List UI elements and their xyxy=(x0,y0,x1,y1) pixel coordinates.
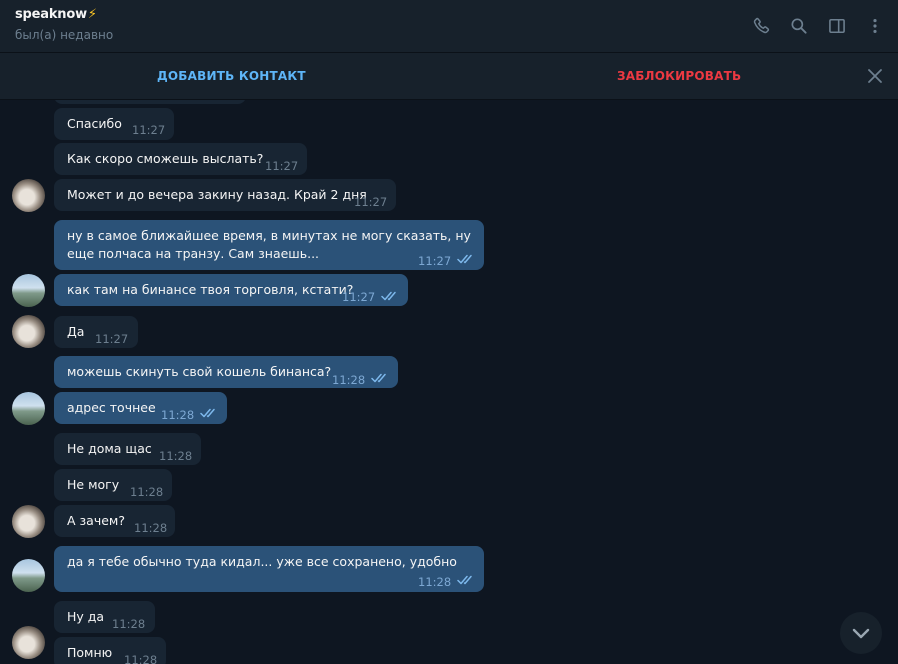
message-bubble-outgoing[interactable]: можешь скинуть свой кошель бинанса? 11:2… xyxy=(54,356,398,388)
message-text: ну в самое ближайшее время, в минутах не… xyxy=(67,228,471,261)
more-vertical-icon xyxy=(873,19,877,33)
message-bubble-incoming[interactable]: Не могу 11:28 xyxy=(54,469,172,501)
contact-action-bar: ДОБАВИТЬ КОНТАКТ ЗАБЛОКИРОВАТЬ xyxy=(0,53,898,100)
message-text: адрес точнее xyxy=(67,400,156,415)
message-text: Спасибо xyxy=(67,116,122,131)
message-text: как там на бинансе твоя торговля, кстати… xyxy=(67,282,354,297)
message-list[interactable]: Спасибо 11:27 Как скоро сможешь выслать?… xyxy=(0,100,898,664)
message-bubble-incoming[interactable]: Ну да 11:28 xyxy=(54,601,155,633)
phone-icon xyxy=(753,17,770,34)
message-bubble-incoming[interactable]: Помню 11:28 xyxy=(54,637,166,664)
message-text: да я тебе обычно туда кидал... уже все с… xyxy=(67,554,457,569)
message-bubble-incoming[interactable]: Может и до вечера закину назад. Край 2 д… xyxy=(54,179,396,211)
my-avatar[interactable] xyxy=(12,274,45,307)
message-text: Как скоро сможешь выслать? xyxy=(67,151,264,166)
chat-header: speaknow⚡ был(а) недавно xyxy=(0,0,898,53)
menu-button[interactable] xyxy=(862,13,888,39)
double-check-icon xyxy=(457,575,472,585)
double-check-icon xyxy=(200,408,215,418)
message-time: 11:27 xyxy=(342,290,376,304)
message-text: Ну да xyxy=(67,609,105,624)
add-contact-button[interactable]: ДОБАВИТЬ КОНТАКТ xyxy=(157,53,306,100)
message-bubble-outgoing[interactable]: ну в самое ближайшее время, в минутах не… xyxy=(54,220,484,270)
message-text: можешь скинуть свой кошель бинанса? xyxy=(67,364,332,379)
chat-window: speaknow⚡ был(а) недавно ДОБАВИТЬ КОНТАК… xyxy=(0,0,898,664)
message-text: Может и до вечера закину назад. Край 2 д… xyxy=(67,187,367,202)
message-bubble-incoming[interactable]: Как скоро сможешь выслать? 11:27 xyxy=(54,143,307,175)
message-bubble-incoming[interactable]: А зачем? 11:28 xyxy=(54,505,175,537)
message-bubble-incoming[interactable]: Да 11:27 xyxy=(54,316,138,348)
sidebar-toggle-icon xyxy=(829,18,845,34)
message-bubble-partial xyxy=(54,100,246,104)
message-time: 11:28 xyxy=(332,373,366,387)
double-check-icon xyxy=(371,373,386,383)
close-icon xyxy=(868,69,882,83)
my-avatar[interactable] xyxy=(12,392,45,425)
message-time: 11:28 xyxy=(159,449,193,463)
message-text: Не дома щас xyxy=(67,441,152,456)
chevron-down-icon xyxy=(852,628,870,639)
sidebar-toggle-button[interactable] xyxy=(824,13,850,39)
message-time: 11:27 xyxy=(95,332,129,346)
contact-avatar[interactable] xyxy=(12,315,45,348)
double-check-icon xyxy=(457,254,472,264)
contact-avatar[interactable] xyxy=(12,626,45,659)
message-bubble-outgoing[interactable]: как там на бинансе твоя торговля, кстати… xyxy=(54,274,408,306)
block-user-button[interactable]: ЗАБЛОКИРОВАТЬ xyxy=(617,53,741,100)
message-time: 11:27 xyxy=(354,195,388,209)
search-button[interactable] xyxy=(786,13,812,39)
message-time: 11:27 xyxy=(265,159,299,173)
scroll-to-bottom-button[interactable] xyxy=(840,612,882,654)
search-icon xyxy=(791,18,807,34)
message-text: Не могу xyxy=(67,477,120,492)
message-time: 11:28 xyxy=(418,575,452,589)
last-seen-status: был(а) недавно xyxy=(15,28,114,42)
chat-title[interactable]: speaknow⚡ xyxy=(15,7,97,22)
message-bubble-incoming[interactable]: Спасибо 11:27 xyxy=(54,108,174,140)
double-check-icon xyxy=(381,291,396,301)
message-time: 11:28 xyxy=(161,408,195,422)
message-text: А зачем? xyxy=(67,513,125,528)
message-bubble-outgoing[interactable]: да я тебе обычно туда кидал... уже все с… xyxy=(54,546,484,592)
message-bubble-incoming[interactable]: Не дома щас 11:28 xyxy=(54,433,201,465)
message-time: 11:27 xyxy=(418,254,452,268)
lightning-emoji: ⚡ xyxy=(87,7,97,22)
message-text: Помню xyxy=(67,645,113,660)
contact-name: speaknow xyxy=(15,7,87,22)
message-time: 11:28 xyxy=(112,617,146,631)
message-time: 11:27 xyxy=(132,123,166,137)
message-time: 11:28 xyxy=(124,653,158,664)
my-avatar[interactable] xyxy=(12,559,45,592)
call-button[interactable] xyxy=(748,13,774,39)
contact-avatar[interactable] xyxy=(12,179,45,212)
message-time: 11:28 xyxy=(130,485,164,499)
message-text: Да xyxy=(67,324,85,339)
message-time: 11:28 xyxy=(134,521,168,535)
message-bubble-outgoing[interactable]: адрес точнее 11:28 xyxy=(54,392,227,424)
close-action-bar-button[interactable] xyxy=(866,67,884,85)
contact-avatar[interactable] xyxy=(12,505,45,538)
